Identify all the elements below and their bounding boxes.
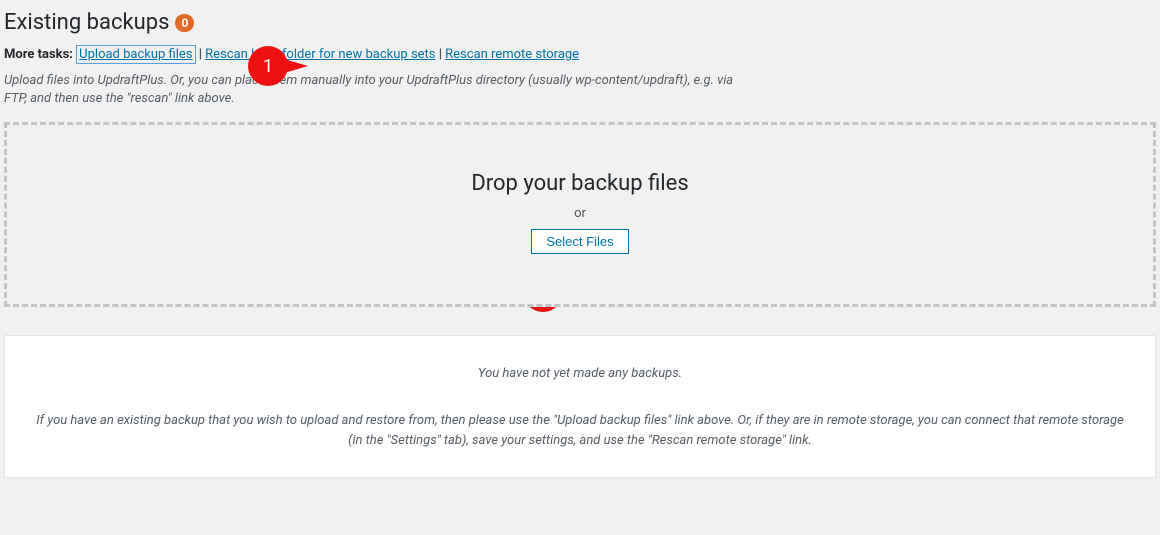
rescan-local-link[interactable]: Rescan local folder for new backup sets <box>205 47 435 62</box>
existing-backup-hint: If you have an existing backup that you … <box>35 411 1125 451</box>
backup-count-badge: 0 <box>175 14 194 32</box>
section-heading-row: Existing backups 0 <box>4 10 1156 35</box>
no-backups-panel: You have not yet made any backups. If yo… <box>4 335 1156 477</box>
upload-dropzone[interactable]: Drop your backup files or Select Files <box>4 122 1156 307</box>
select-files-button[interactable]: Select Files <box>531 229 628 254</box>
rescan-remote-link[interactable]: Rescan remote storage <box>445 47 579 62</box>
upload-help-text: Upload files into UpdraftPlus. Or, you c… <box>4 72 744 108</box>
upload-backup-files-link[interactable]: Upload backup files <box>76 45 195 64</box>
dropzone-or-label: or <box>17 206 1143 221</box>
more-tasks-row: More tasks: Upload backup files | Rescan… <box>4 47 1156 62</box>
dropzone-title: Drop your backup files <box>17 171 1143 196</box>
no-backups-message: You have not yet made any backups. <box>35 364 1125 384</box>
page-title: Existing backups <box>4 10 169 35</box>
more-tasks-label: More tasks: <box>4 47 73 62</box>
